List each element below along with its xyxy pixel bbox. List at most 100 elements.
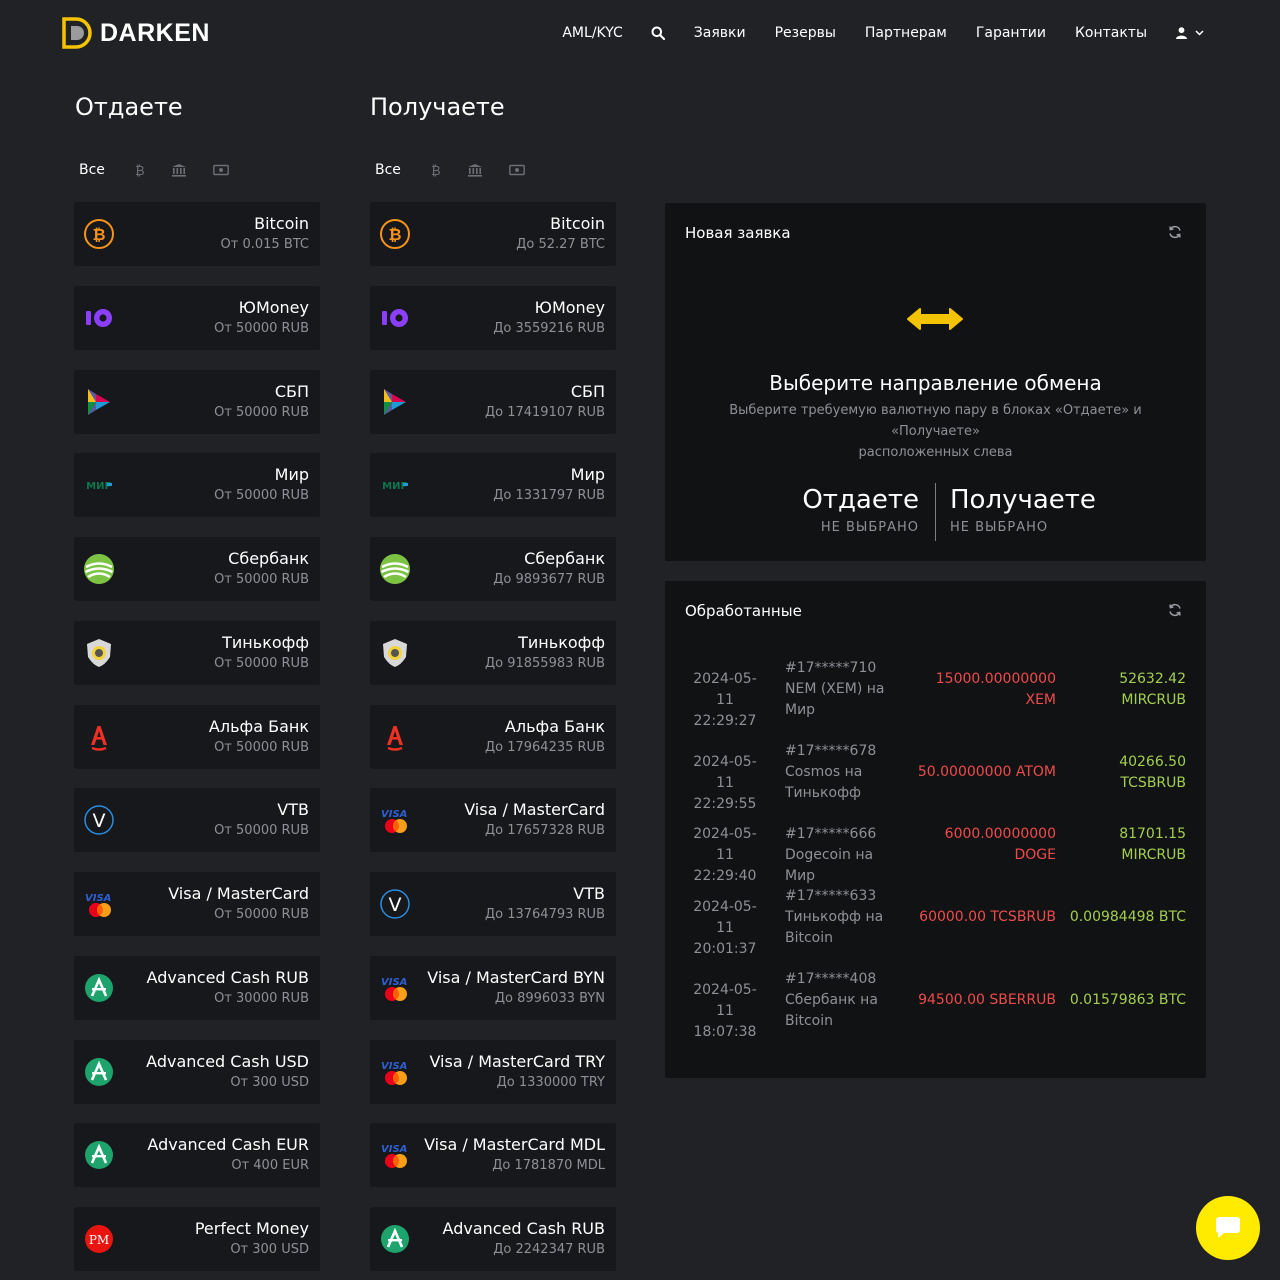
give-currency-card[interactable]: V VTB От 50000 RUB xyxy=(74,788,320,853)
selected-get-value: НЕ ВЫБРАНО xyxy=(950,520,1049,535)
give-currency-card[interactable]: Тинькофф От 50000 RUB xyxy=(74,620,320,685)
order-give-amount: 94500.00 SBERRUB xyxy=(906,990,1056,1011)
visa-mastercard-icon: VISA xyxy=(379,1139,411,1171)
get-currency-card[interactable]: Альфа Банк До 17964235 RUB xyxy=(370,704,616,769)
processed-order-row: 2024-05-11 22:29:40 #17*****666 Dogecoin на… xyxy=(685,824,1186,894)
yoomoney-icon xyxy=(83,302,115,334)
order-description-line: Bitcoin xyxy=(785,930,834,946)
cash-filter-icon[interactable] xyxy=(509,158,525,182)
user-menu[interactable] xyxy=(1176,27,1204,39)
bank-filter-icon[interactable] xyxy=(171,158,187,182)
order-give-line: DOGE xyxy=(1014,847,1057,863)
order-give-amount: 15000.00000000 XEM xyxy=(906,669,1056,711)
currency-name: VTB xyxy=(277,800,309,820)
crypto-filter-icon[interactable]: ₿ xyxy=(135,158,145,182)
order-time: 22:29:40 xyxy=(693,868,757,884)
get-currency-card[interactable]: VISA Visa / MasterCard TRY До 1330000 TRY xyxy=(370,1039,616,1104)
search-icon[interactable] xyxy=(651,26,665,40)
sbp-icon xyxy=(379,386,411,418)
tinkoff-icon xyxy=(83,637,115,669)
currency-limit: От 50000 RUB xyxy=(214,823,309,839)
give-currency-card[interactable]: VISA Visa / MasterCard От 50000 RUB xyxy=(74,872,320,936)
user-icon xyxy=(1176,27,1187,39)
give-filter-all[interactable]: Все xyxy=(74,158,105,182)
get-currency-card[interactable]: VISA Visa / MasterCard До 17657328 RUB xyxy=(370,788,616,853)
get-currency-card[interactable]: МИР Мир До 1331797 RUB xyxy=(370,453,616,518)
alfabank-icon xyxy=(83,721,115,753)
get-currency-card[interactable]: V VTB До 13764793 RUB xyxy=(370,872,616,936)
currency-limit: До 17964235 RUB xyxy=(484,739,605,755)
selected-get-label: Получаете xyxy=(950,485,1096,515)
visa-mastercard-icon: VISA xyxy=(379,804,411,836)
crypto-filter-icon[interactable]: ₿ xyxy=(431,158,441,182)
order-get-amount: 81701.15 MIRCRUB xyxy=(1061,824,1186,866)
main-nav: AML/KYC Заявки Резервы Партнерам Гаранти… xyxy=(562,20,1204,46)
svg-text:МИР: МИР xyxy=(382,481,408,492)
order-get-amount: 52632.42 MIRCRUB xyxy=(1061,669,1186,711)
give-currency-card[interactable]: СБП От 50000 RUB xyxy=(74,369,320,434)
advcash-icon xyxy=(83,1056,115,1088)
order-description-line: Мир xyxy=(785,702,816,718)
visa-mastercard-icon: VISA xyxy=(379,972,411,1004)
currency-name: Мир xyxy=(274,465,309,485)
nav-orders[interactable]: Заявки xyxy=(694,25,746,41)
nav-contacts[interactable]: Контакты xyxy=(1075,25,1147,41)
exchange-subtitle-line1: Выберите требуемую валютную пару в блока… xyxy=(729,403,1142,439)
give-currency-card[interactable]: Advanced Cash USD От 300 USD xyxy=(74,1039,320,1104)
currency-name: Perfect Money xyxy=(194,1219,309,1238)
order-datetime: 2024-05-11 20:01:37 xyxy=(685,897,765,960)
order-description: #17*****633 Тинькофф на Bitcoin xyxy=(785,886,895,949)
currency-name: Альфа Банк xyxy=(208,716,309,736)
currency-limit: От 50000 RUB xyxy=(214,655,309,671)
get-currency-card[interactable]: VISA Visa / MasterCard BYN До 8996033 BYN xyxy=(370,955,616,1020)
currency-limit: От 0.015 BTC xyxy=(220,237,309,252)
currency-name: Advanced Cash RUB xyxy=(146,967,309,987)
nav-aml-kyc[interactable]: AML/KYC xyxy=(562,25,622,41)
give-currency-card[interactable]: Альфа Банк От 50000 RUB xyxy=(74,704,320,769)
mir-icon: МИР xyxy=(83,469,115,501)
order-give-line: XEM xyxy=(1025,691,1056,708)
processed-order-row: 2024-05-11 18:07:38 #17*****408 Сбербанк на… xyxy=(685,969,1186,1040)
get-currency-card[interactable]: СБП До 17419107 RUB xyxy=(370,369,616,434)
order-description-line: Тинькофф xyxy=(785,785,862,801)
give-currency-card[interactable]: ЮMoney От 50000 RUB xyxy=(74,285,320,350)
chat-button[interactable] xyxy=(1196,1196,1260,1260)
order-time: 22:29:55 xyxy=(693,795,757,812)
header: DARKEN AML/KYC Заявки Резервы Партнерам … xyxy=(0,0,1280,66)
order-description-line: Bitcoin xyxy=(785,1013,834,1029)
get-currency-card[interactable]: VISA Visa / MasterCard MDL До 1781870 MDL xyxy=(370,1123,616,1188)
currency-limit: До 17419107 RUB xyxy=(484,404,605,420)
get-filter-all[interactable]: Все xyxy=(370,158,401,182)
order-give-line: 50.00000000 ATOM xyxy=(917,764,1056,780)
refresh-icon[interactable] xyxy=(1168,602,1182,621)
order-time: 20:01:37 xyxy=(693,940,757,957)
give-currency-card[interactable]: Advanced Cash EUR От 400 EUR xyxy=(74,1123,320,1188)
svg-text:₿: ₿ xyxy=(92,225,105,244)
order-description: #17*****666 Dogecoin на Мир xyxy=(785,824,895,887)
give-currency-card[interactable]: ₿ Bitcoin От 0.015 BTC xyxy=(74,202,320,266)
nav-guarantees[interactable]: Гарантии xyxy=(976,25,1046,41)
give-currency-card[interactable]: Advanced Cash RUB От 30000 RUB xyxy=(74,955,320,1020)
bank-filter-icon[interactable] xyxy=(467,158,483,182)
nav-reserves[interactable]: Резервы xyxy=(775,25,836,41)
get-currency-card[interactable]: ₿ Bitcoin До 52.27 BTC xyxy=(370,202,616,266)
give-currency-card[interactable]: МИР Мир От 50000 RUB xyxy=(74,453,320,518)
logo[interactable]: DARKEN xyxy=(62,17,210,49)
order-description: #17*****678 Cosmos на Тинькофф xyxy=(785,741,895,804)
advcash-icon xyxy=(379,1223,411,1255)
order-give-amount: 60000.00 TCSBRUB xyxy=(906,907,1056,928)
cash-filter-icon[interactable] xyxy=(213,158,229,182)
give-currency-card[interactable]: Сбербанк От 50000 RUB xyxy=(74,537,320,601)
get-currency-card[interactable]: Сбербанк До 9893677 RUB xyxy=(370,537,616,601)
get-currency-card[interactable]: ЮMoney До 3559216 RUB xyxy=(370,285,616,350)
order-datetime: 2024-05-11 18:07:38 xyxy=(685,980,765,1043)
get-currency-card[interactable]: Тинькофф До 91855983 RUB xyxy=(370,620,616,685)
nav-partners[interactable]: Партнерам xyxy=(865,25,947,41)
get-currency-card[interactable]: Advanced Cash RUB До 2242347 RUB xyxy=(370,1207,616,1271)
give-currency-card[interactable]: PM Perfect Money От 300 USD xyxy=(74,1207,320,1271)
refresh-icon[interactable] xyxy=(1168,224,1182,243)
order-description-line: #17*****633 xyxy=(785,888,877,904)
order-give-line: 60000.00 TCSBRUB xyxy=(919,909,1056,925)
currency-name: Advanced Cash EUR xyxy=(147,1135,309,1155)
currency-name: Advanced Cash RUB xyxy=(442,1219,605,1238)
